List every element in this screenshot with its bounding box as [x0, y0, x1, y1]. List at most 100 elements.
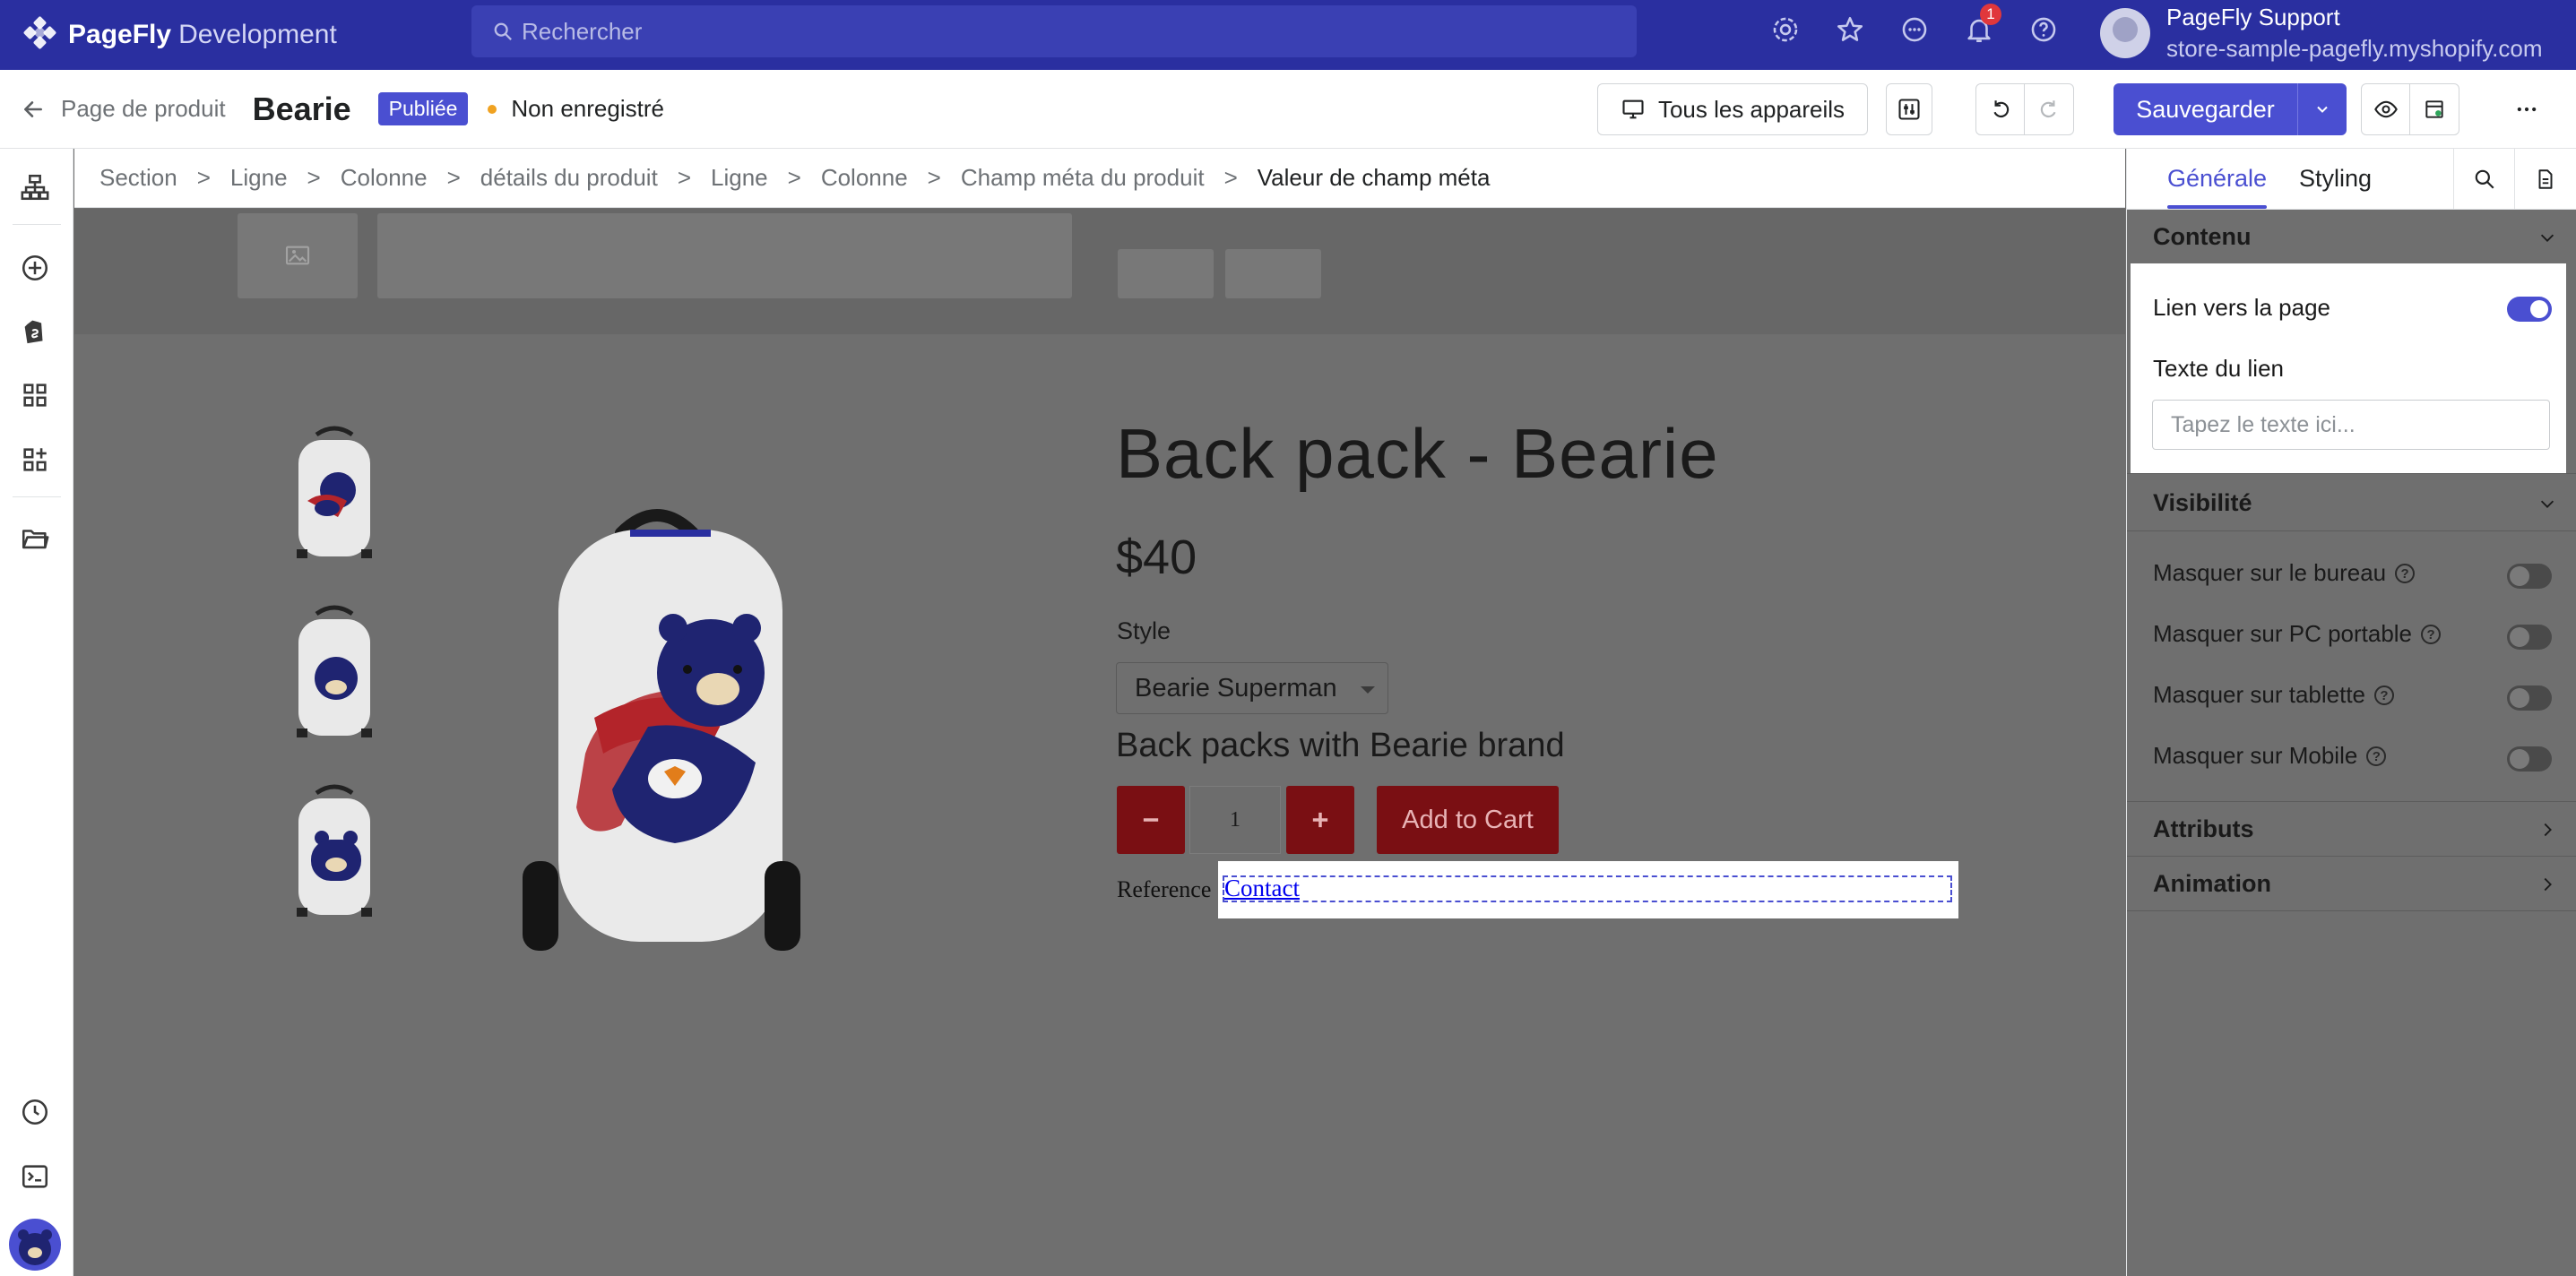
- arrow-left-icon: [24, 100, 42, 117]
- reference-link[interactable]: Contact: [1224, 875, 1300, 902]
- unsaved-dot-icon: [488, 104, 497, 114]
- device-selector-label: Tous les appareils: [1657, 95, 1846, 123]
- add-to-cart-button[interactable]: Add to Cart: [1377, 786, 1559, 854]
- sections-grid-icon[interactable]: [20, 380, 50, 410]
- section-content-header[interactable]: Contenu: [2127, 210, 2576, 263]
- device-selector-button[interactable]: Tous les appareils: [1597, 83, 1868, 135]
- quantity-input[interactable]: 1: [1189, 786, 1281, 854]
- link-to-page-toggle[interactable]: [2507, 297, 2552, 322]
- chevron-right-icon: >: [196, 164, 211, 191]
- help-icon[interactable]: ?: [2421, 624, 2442, 644]
- bell-icon[interactable]: 1: [1964, 4, 2001, 45]
- settings-sliders-button[interactable]: [1886, 83, 1932, 135]
- hide-mobile-toggle[interactable]: [2507, 746, 2552, 772]
- quantity-decrease-button[interactable]: [1117, 786, 1185, 854]
- chevron-down-icon: [2540, 500, 2554, 508]
- add-element-icon[interactable]: [20, 253, 50, 283]
- minus-icon: [1143, 818, 1159, 822]
- metafield-value-element[interactable]: Contact: [1218, 861, 1958, 918]
- code-terminal-icon[interactable]: [20, 1161, 50, 1192]
- plus-icon: [1312, 812, 1328, 828]
- section-attributes-header[interactable]: Attributs: [2127, 802, 2576, 856]
- product-thumbnail[interactable]: [272, 424, 397, 567]
- document-icon[interactable]: [2514, 149, 2575, 210]
- editor-canvas[interactable]: Back pack - Bearie $40 Style Bearie Supe…: [74, 209, 2125, 1276]
- back-button[interactable]: Page de produit: [22, 95, 226, 123]
- section-visibility-header[interactable]: Visibilité: [2127, 475, 2576, 530]
- variant-style-select[interactable]: Bearie Superman: [1116, 662, 1388, 714]
- user-menu[interactable]: PageFly Support store-sample-pagefly.mys…: [2100, 4, 2543, 63]
- back-label: Page de produit: [61, 95, 226, 122]
- hide-tablet-toggle[interactable]: [2507, 685, 2552, 711]
- tab-general[interactable]: Générale: [2167, 165, 2268, 209]
- divider: [2127, 910, 2576, 911]
- help-icon[interactable]: [2028, 14, 2059, 45]
- page-title: Bearie: [252, 90, 351, 127]
- layers-icon[interactable]: [20, 172, 50, 203]
- undo-button[interactable]: [1976, 84, 2026, 134]
- image-icon: [285, 246, 310, 265]
- more-horizontal-icon: [2517, 107, 2537, 112]
- top-navigation-bar: PageFly Development Rechercher 1 PageFly…: [0, 0, 2576, 70]
- quantity-increase-button[interactable]: [1286, 786, 1354, 854]
- breadcrumb-item[interactable]: Colonne >: [341, 164, 480, 192]
- breadcrumb-item[interactable]: détails du produit >: [480, 164, 711, 192]
- search-icon[interactable]: [2453, 149, 2514, 210]
- folder-icon[interactable]: [20, 523, 50, 554]
- mascot-avatar-icon[interactable]: [9, 1219, 61, 1271]
- toolbar-divider: [13, 224, 61, 225]
- tab-styling[interactable]: Styling: [2299, 165, 2372, 193]
- breadcrumb-item[interactable]: Ligne >: [711, 164, 821, 192]
- star-icon[interactable]: [1835, 14, 1865, 45]
- save-state-label: Non enregistré: [511, 95, 664, 122]
- eye-icon: [2373, 100, 2398, 118]
- product-thumbnail[interactable]: [272, 782, 397, 926]
- hide-desktop-toggle[interactable]: [2507, 564, 2552, 589]
- help-icon[interactable]: ?: [2366, 746, 2387, 766]
- hide-laptop-toggle[interactable]: [2507, 625, 2552, 650]
- more-options-button[interactable]: [2501, 83, 2553, 135]
- save-button-group: Sauvegarder: [2114, 83, 2347, 135]
- product-title: Back pack - Bearie: [1116, 414, 1719, 493]
- breadcrumb-item[interactable]: Champ méta du produit >: [961, 164, 1258, 192]
- visibility-item-mobile: Masquer sur Mobile ?: [2153, 742, 2387, 770]
- product-main-image[interactable]: [496, 494, 827, 960]
- save-button[interactable]: Sauvegarder: [2114, 83, 2298, 135]
- brand[interactable]: PageFly Development: [22, 15, 470, 54]
- apps-icon[interactable]: [20, 444, 50, 475]
- visibility-item-desktop: Masquer sur le bureau ?: [2153, 559, 2416, 587]
- save-state: Non enregistré: [488, 95, 664, 123]
- chevron-right-icon: >: [927, 164, 941, 191]
- link-text-input[interactable]: [2152, 400, 2550, 450]
- publish-icon: [2425, 100, 2443, 118]
- section-animation-title: Animation: [2153, 869, 2271, 897]
- panel-tabs: Générale Styling: [2127, 149, 2576, 210]
- section-animation-header[interactable]: Animation: [2127, 857, 2576, 910]
- visibility-item-label: Masquer sur Mobile: [2153, 742, 2358, 769]
- product-description: Back packs with Bearie brand: [1116, 727, 1565, 764]
- search-input[interactable]: Rechercher: [471, 5, 1637, 57]
- help-icon[interactable]: ?: [2374, 685, 2395, 705]
- breadcrumb-item[interactable]: Colonne >: [821, 164, 961, 192]
- chat-icon[interactable]: [1899, 14, 1930, 45]
- help-icon[interactable]: ?: [2395, 563, 2416, 583]
- redo-button[interactable]: [2025, 84, 2073, 134]
- chevron-right-icon: >: [307, 164, 321, 191]
- chevron-down-icon: [2540, 234, 2554, 242]
- history-clock-icon[interactable]: [20, 1097, 50, 1127]
- visibility-item-label: Masquer sur le bureau: [2153, 559, 2387, 586]
- preview-button[interactable]: [2362, 84, 2411, 134]
- save-options-button[interactable]: [2298, 83, 2347, 135]
- publish-button[interactable]: [2410, 84, 2459, 134]
- product-thumbnail[interactable]: [272, 603, 397, 746]
- gear-icon[interactable]: [1770, 14, 1801, 45]
- monitor-icon: [1622, 99, 1644, 119]
- history-buttons: [1975, 83, 2074, 135]
- breadcrumb-item[interactable]: Section >: [99, 164, 230, 192]
- breadcrumb-item[interactable]: Ligne >: [230, 164, 341, 192]
- shopify-icon[interactable]: [20, 315, 50, 346]
- selection-outline: [1223, 875, 1952, 902]
- undo-icon: [1993, 100, 2009, 118]
- chevron-down-icon: [2317, 106, 2328, 113]
- notification-badge: 1: [1980, 4, 2001, 25]
